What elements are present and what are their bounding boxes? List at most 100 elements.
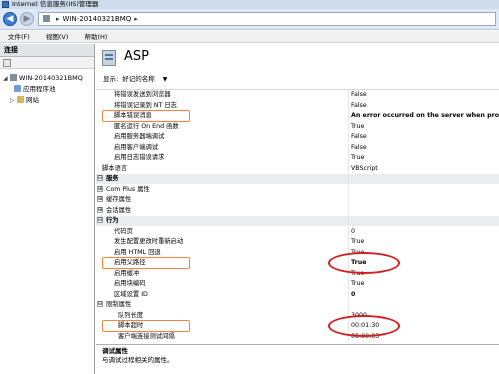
collapse-icon[interactable]: ⊟: [97, 175, 103, 181]
property-name: Com Plus 属性: [106, 185, 150, 193]
property-name: 启用缓冲: [114, 269, 140, 277]
address-box[interactable]: ▸ WIN-20140321BMQ ▸: [38, 12, 496, 26]
property-row[interactable]: 将错误发送到浏览器 False: [96, 90, 499, 100]
asp-icon: [102, 50, 116, 66]
property-group-row[interactable]: ⊟ 服务: [96, 174, 499, 184]
property-group-row[interactable]: ⊟ 限制属性: [96, 300, 499, 310]
property-row[interactable]: 脚本错误消息 An error occurred on the server wh…: [96, 111, 499, 121]
feature-header: ASP: [96, 44, 499, 73]
breadcrumb-separator: ▸: [56, 15, 60, 23]
property-name: 启用 HTML 回退: [114, 248, 161, 256]
property-value[interactable]: 0: [348, 226, 499, 236]
iis-app-icon: [2, 1, 9, 8]
property-value[interactable]: [348, 300, 499, 310]
property-value[interactable]: [348, 174, 499, 184]
expand-arrow-icon[interactable]: ▷: [10, 95, 17, 106]
property-row[interactable]: 脚本超时 00:01:30: [96, 321, 499, 331]
breadcrumb-server[interactable]: WIN-20140321BMQ: [63, 15, 132, 23]
property-name: 脚本超时: [118, 322, 144, 329]
tree-item-sites[interactable]: ▷ 网站: [0, 95, 94, 106]
menu-bar: 文件(F) 视图(V) 帮助(H): [0, 31, 499, 43]
property-row[interactable]: 启用缓冲 True: [96, 268, 499, 278]
property-row[interactable]: 匿名运行 On End 函数 True: [96, 121, 499, 131]
property-group-row[interactable]: ⊟ 行为: [96, 216, 499, 226]
property-row[interactable]: 将错误记录到 NT 日志 False: [96, 100, 499, 110]
property-value[interactable]: 00:01:30: [348, 321, 499, 331]
property-name: 代码页: [114, 227, 133, 235]
property-group-row[interactable]: ⊞ Com Plus 属性: [96, 184, 499, 194]
property-row[interactable]: 启用父路径 True: [96, 258, 499, 268]
property-name: 匿名运行 On End 函数: [114, 122, 179, 130]
property-value[interactable]: 00:00:03: [348, 331, 499, 341]
property-name: 客户端连接测试间隔: [118, 332, 175, 340]
property-name: 会话属性: [106, 206, 132, 214]
property-value[interactable]: True: [348, 237, 499, 247]
property-value[interactable]: VBScript: [348, 163, 499, 173]
property-value[interactable]: An error occurred on the server when pro…: [348, 111, 499, 121]
property-name: 脚本错误消息: [114, 112, 152, 119]
property-group-row[interactable]: ⊞ 缓存属性: [96, 195, 499, 205]
property-name: 将错误发送到浏览器: [114, 91, 171, 98]
property-value[interactable]: False: [348, 90, 499, 100]
property-value[interactable]: [348, 184, 499, 194]
breadcrumb-separator: ▸: [134, 15, 138, 23]
property-name: 队列长度: [118, 311, 144, 319]
property-value[interactable]: False: [348, 142, 499, 152]
property-row[interactable]: 启用服务器端调试 False: [96, 132, 499, 142]
back-button[interactable]: ◀: [3, 12, 17, 26]
property-row[interactable]: 发生配置更改时重新启动 True: [96, 237, 499, 247]
menu-help[interactable]: 帮助(H): [85, 33, 108, 41]
collapse-icon[interactable]: ⊟: [97, 217, 103, 223]
property-row[interactable]: 启用客户端调试 False: [96, 142, 499, 152]
property-value[interactable]: True: [348, 121, 499, 131]
tree-item-server[interactable]: ◢ WIN-20140321BMQ: [0, 73, 94, 84]
property-row[interactable]: 队列长度 3000: [96, 310, 499, 320]
property-name: 限制属性: [106, 301, 132, 308]
server-icon: [10, 74, 17, 81]
property-value[interactable]: [348, 195, 499, 205]
property-name: 行为: [106, 217, 119, 224]
property-row[interactable]: 启用 HTML 回退 True: [96, 247, 499, 257]
expand-icon[interactable]: ⊞: [97, 196, 103, 202]
collapse-icon[interactable]: ⊟: [97, 301, 103, 307]
property-value[interactable]: 0: [348, 289, 499, 299]
display-dropdown[interactable]: 好记的名称: [122, 75, 155, 83]
collapse-arrow-icon[interactable]: ◢: [3, 73, 10, 84]
property-row[interactable]: 区域设置 ID 0: [96, 289, 499, 299]
property-value[interactable]: [348, 205, 499, 215]
connections-header: 连接: [0, 44, 94, 57]
server-icon: [43, 15, 50, 22]
property-name: 启用日志错误请求: [114, 154, 165, 161]
property-row[interactable]: 脚本语言 VBScript: [96, 163, 499, 173]
property-name: 启用块编码: [114, 280, 146, 287]
property-row[interactable]: 客户端连接测试间隔 00:00:03: [96, 331, 499, 341]
property-value[interactable]: True: [348, 247, 499, 257]
description-text: 与调试过程相关的属性。: [102, 356, 174, 364]
expand-icon[interactable]: ⊞: [97, 206, 103, 213]
forward-button[interactable]: ▶: [20, 12, 34, 26]
tree-item-label: 网站: [26, 96, 39, 104]
folder-icon: [17, 96, 24, 103]
display-selector[interactable]: 显示: 好记的名称 ▼: [103, 74, 167, 85]
property-value[interactable]: True: [348, 153, 499, 163]
tree-item-app-pools[interactable]: 应用程序池: [0, 84, 94, 95]
property-group-row[interactable]: ⊞ 会话属性: [96, 205, 499, 215]
property-value[interactable]: [348, 216, 499, 226]
connect-icon[interactable]: [3, 59, 11, 67]
expand-icon[interactable]: ⊞: [97, 185, 103, 192]
features-pane: ASP 显示: 好记的名称 ▼ 将错误发送到浏览器 False 将错误记录到 NT 日志…: [96, 44, 499, 374]
property-value[interactable]: True: [348, 279, 499, 289]
menu-view[interactable]: 视图(V): [46, 33, 69, 41]
menu-file[interactable]: 文件(F): [8, 33, 30, 41]
property-value[interactable]: True: [348, 258, 499, 268]
property-value[interactable]: True: [348, 268, 499, 278]
chevron-down-icon[interactable]: ▼: [163, 76, 168, 83]
property-value[interactable]: 3000: [348, 310, 499, 320]
property-row[interactable]: 代码页 0: [96, 226, 499, 236]
display-label: 显示:: [103, 75, 119, 83]
property-row[interactable]: 启用块编码 True: [96, 279, 499, 289]
title-bar: Internet 信息服务(IIS)管理器: [0, 0, 499, 9]
property-value[interactable]: False: [348, 100, 499, 110]
property-value[interactable]: False: [348, 132, 499, 142]
property-row[interactable]: 启用日志错误请求 True: [96, 153, 499, 163]
